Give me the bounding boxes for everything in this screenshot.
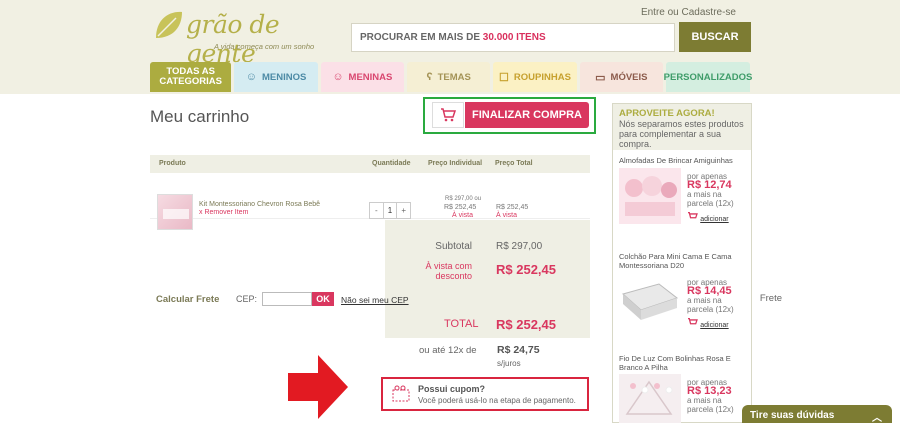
sidebar-title: APROVEITE AGORA! bbox=[619, 108, 715, 119]
unit-old-price: R$ 297,00 ou bbox=[445, 196, 482, 202]
site-header: grão de gente A vida começa com um sonho… bbox=[0, 0, 900, 94]
help-chat-tab[interactable]: Tire suas dúvidas ︿ bbox=[742, 405, 892, 423]
rec-title[interactable]: Almofadas De Brincar Amiguinhas bbox=[619, 156, 749, 165]
logo-text: grão de gente bbox=[186, 10, 280, 68]
subtotal-value: R$ 297,00 bbox=[496, 241, 543, 252]
coupon-box: Possui cupom? Você poderá usá-lo na etap… bbox=[381, 377, 589, 411]
logo-tagline: A vida começa com um sonho bbox=[214, 42, 315, 51]
total-label: TOTAL bbox=[444, 318, 479, 330]
rec-price: R$ 12,74 bbox=[687, 179, 732, 191]
rec-price: R$ 14,45 bbox=[687, 285, 732, 297]
recommendations-sidebar: APROVEITE AGORA! Nós separamos estes pro… bbox=[612, 103, 752, 423]
search-input[interactable]: PROCURAR EM MAIS DE 30.000 ITENS bbox=[351, 23, 675, 52]
coupon-title: Possui cupom? bbox=[418, 384, 486, 394]
cart-icon bbox=[688, 318, 698, 325]
nav-custom[interactable]: PERSONALIZADOS bbox=[664, 62, 752, 92]
rec-title[interactable]: Fio De Luz Com Bolinhas Rosa E Branco A … bbox=[619, 354, 749, 372]
search-placeholder: PROCURAR EM MAIS DE 30.000 ITENS bbox=[360, 32, 546, 43]
rec-image[interactable] bbox=[619, 374, 681, 423]
unit-price: R$ 252,45 bbox=[444, 204, 477, 211]
red-arrow-icon bbox=[288, 355, 348, 419]
rec-add-button[interactable]: adicionar bbox=[687, 318, 734, 330]
cep-ok-button[interactable]: OK bbox=[312, 292, 334, 306]
recommendation-item: Almofadas De Brincar Amiguinhas por apen… bbox=[619, 156, 749, 224]
total-value: R$ 252,45 bbox=[496, 317, 556, 332]
scissors-icon bbox=[392, 385, 410, 402]
quantity-stepper: - 1 + bbox=[369, 202, 411, 219]
rec-info: por apenas R$ 13,23 a mais na parcela (1… bbox=[687, 378, 734, 414]
qty-value[interactable]: 1 bbox=[382, 203, 398, 218]
cep-input[interactable] bbox=[262, 292, 312, 306]
unit-price-note: À vista bbox=[452, 212, 474, 219]
rec-title[interactable]: Colchão Para Mini Cama E Cama Montessori… bbox=[619, 252, 749, 270]
rec-info: por apenas R$ 14,45 a mais na parcela (1… bbox=[687, 278, 734, 330]
rec-image[interactable] bbox=[619, 168, 681, 224]
nav-furniture[interactable]: ▭ MÓVEIS bbox=[579, 62, 663, 92]
qty-minus-button[interactable]: - bbox=[370, 203, 383, 218]
installment-note: s/juros bbox=[497, 359, 521, 368]
nav-boys[interactable]: ☺ MENINOS bbox=[234, 62, 318, 92]
nav-all-categories[interactable]: TODAS AS CATEGORIAS bbox=[150, 62, 232, 92]
crib-icon: ▭ bbox=[595, 71, 606, 84]
leaf-logo-icon bbox=[156, 11, 182, 38]
product-name[interactable]: Kit Montessoriano Chevron Rosa Bebê bbox=[199, 201, 320, 208]
cart-icon bbox=[688, 212, 698, 219]
unknown-cep-link[interactable]: Não sei meu CEP bbox=[341, 295, 409, 305]
baby-boy-icon: ☺ bbox=[245, 71, 257, 83]
subtotal-label: Subtotal bbox=[435, 241, 472, 252]
coupon-text: Você poderá usá-lo na etapa de pagamento… bbox=[418, 396, 576, 405]
cash-label-2: desconto bbox=[435, 271, 472, 281]
installment-value: R$ 24,75 bbox=[497, 344, 540, 356]
nav-themes[interactable]: ʕ TEMAS bbox=[407, 62, 491, 92]
th-total-price: Preço Total bbox=[495, 160, 533, 167]
rec-image[interactable] bbox=[619, 274, 681, 330]
total-price-note: À vista bbox=[496, 212, 518, 219]
bear-icon: ʕ bbox=[426, 71, 433, 83]
sidebar-header: APROVEITE AGORA! Nós separamos estes pro… bbox=[613, 104, 751, 150]
rec-add-button[interactable]: adicionar bbox=[687, 212, 734, 224]
table-row: Kit Montessoriano Chevron Rosa Bebê x Re… bbox=[150, 173, 590, 230]
total-row: TOTAL R$ 252,45 bbox=[385, 312, 590, 338]
site-logo[interactable]: grão de gente A vida começa com um sonho bbox=[152, 6, 337, 68]
rec-info: por apenas R$ 12,74 a mais na parcela (1… bbox=[687, 172, 734, 224]
recommendation-item: Colchão Para Mini Cama E Cama Montessori… bbox=[619, 252, 749, 330]
table-header: Produto Quantidade Preço Individual Preç… bbox=[150, 155, 590, 173]
shirt-icon: ☐ bbox=[499, 71, 509, 84]
qty-plus-button[interactable]: + bbox=[397, 203, 410, 218]
nav-clothes[interactable]: ☐ ROUPINHAS bbox=[493, 62, 577, 92]
recommendation-item: Fio De Luz Com Bolinhas Rosa E Branco A … bbox=[619, 354, 749, 423]
cart-table: Produto Quantidade Preço Individual Preç… bbox=[150, 155, 590, 230]
cash-value: R$ 252,45 bbox=[496, 262, 556, 277]
cash-label-1: À vista com bbox=[425, 261, 472, 271]
baby-girl-icon: ☺ bbox=[332, 71, 344, 83]
th-unit-price: Preço Individual bbox=[428, 160, 483, 167]
checkout-button[interactable]: FINALIZAR COMPRA bbox=[465, 102, 589, 128]
search-button[interactable]: BUSCAR bbox=[679, 22, 751, 52]
page-title: Meu carrinho bbox=[150, 107, 250, 126]
remove-item-link[interactable]: x Remover Item bbox=[199, 209, 248, 216]
sidebar-text: Nós separamos estes produtos para comple… bbox=[619, 119, 744, 149]
login-link[interactable]: Entre ou Cadastre-se bbox=[641, 7, 736, 18]
th-product: Produto bbox=[159, 160, 186, 167]
checkout-cart-button[interactable] bbox=[432, 102, 464, 128]
nav-girls[interactable]: ☺ MENINAS bbox=[320, 62, 404, 92]
category-nav: TODAS AS CATEGORIAS ☺ MENINOS ☺ MENINAS … bbox=[150, 62, 752, 92]
shipping-calc-label: Calcular Frete bbox=[156, 294, 220, 305]
rec-price: R$ 13,23 bbox=[687, 385, 732, 397]
chevron-up-icon: ︿ bbox=[872, 413, 882, 423]
product-thumbnail[interactable] bbox=[157, 194, 193, 230]
cart-icon bbox=[441, 108, 456, 122]
installment-label: ou até 12x de bbox=[419, 345, 477, 356]
th-quantity: Quantidade bbox=[372, 160, 411, 167]
total-price: R$ 252,45 bbox=[496, 204, 529, 211]
cep-label: CEP: bbox=[236, 294, 258, 304]
